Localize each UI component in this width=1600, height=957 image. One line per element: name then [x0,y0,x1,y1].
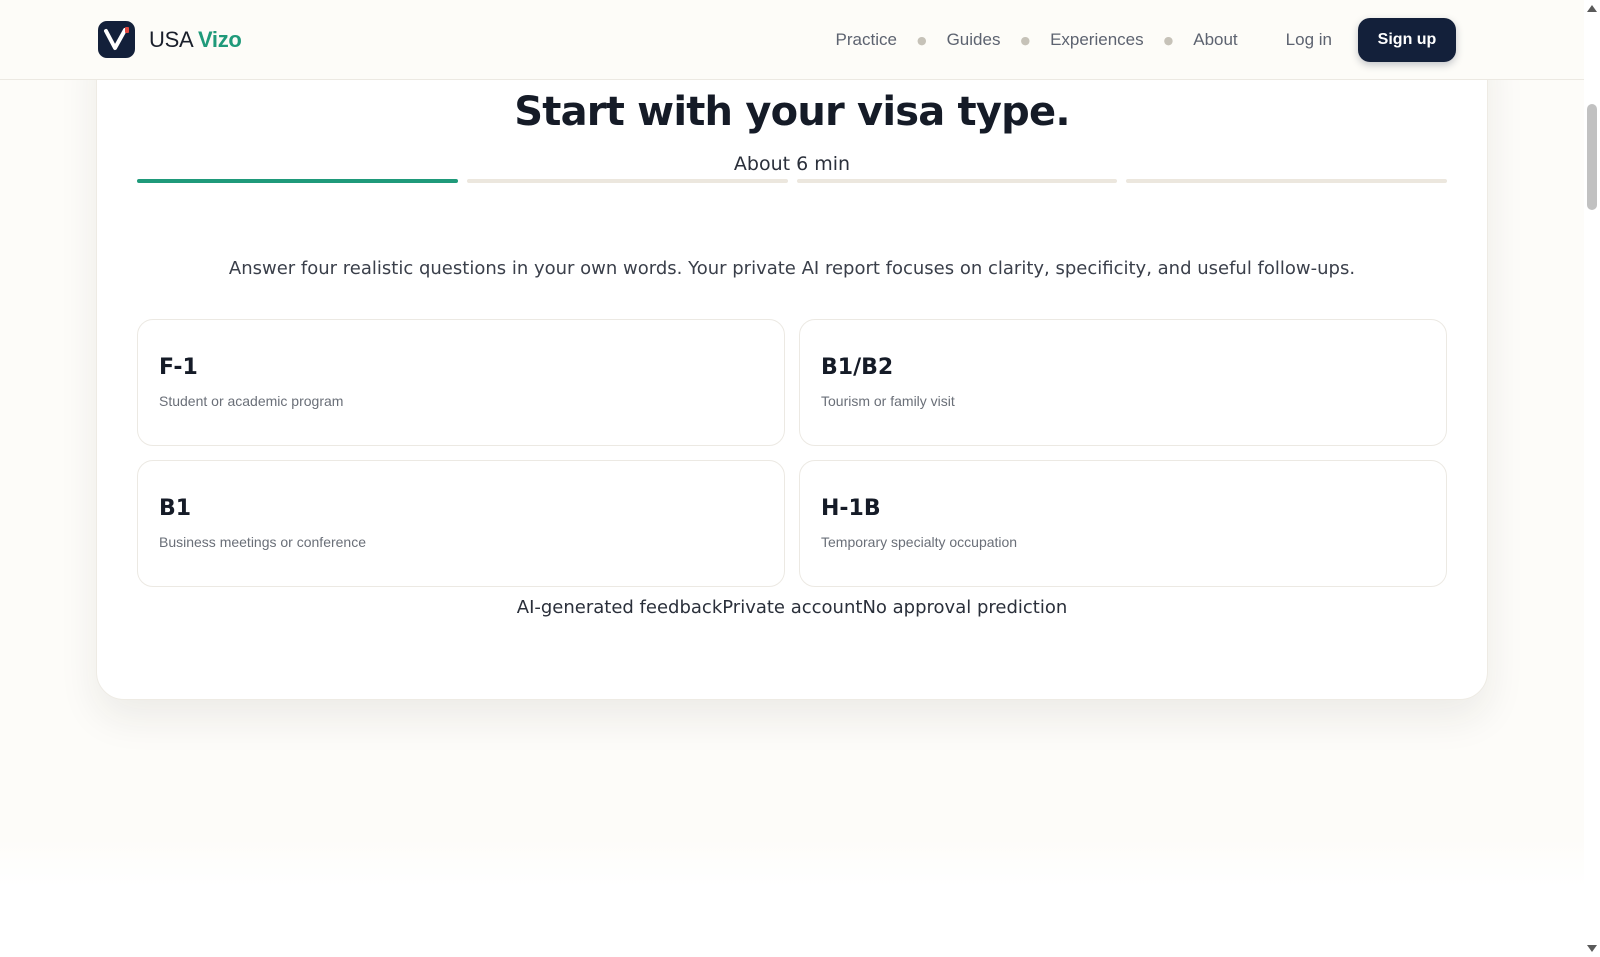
progress-segment-3 [796,179,1118,183]
scroll-down-arrow-icon[interactable] [1587,945,1597,952]
visa-type-grid: F-1 Student or academic program B1/B2 To… [137,319,1447,587]
trust-note-ai-feedback: AI-generated feedback [516,597,723,618]
visa-option-b1b2[interactable]: B1/B2 Tourism or family visit [799,319,1447,446]
brand-logo[interactable]: USA Vizo [98,21,242,58]
brand-accent: Vizo [197,26,242,52]
nav-practice[interactable]: Practice [836,30,897,50]
page-title: Start with your visa type. [514,89,1070,135]
visa-description: Business meetings or conference [159,534,366,550]
trust-note-no-prediction: No approval prediction [862,597,1068,618]
visa-type-card: Start with your visa type. About 6 min A… [96,20,1488,700]
visa-option-h1b[interactable]: H-1B Temporary specialty occupation [799,460,1447,587]
trust-notes: AI-generated feedbackPrivate accountNo a… [97,597,1487,618]
bottom-fade [0,840,1584,957]
visa-option-f1[interactable]: F-1 Student or academic program [137,319,785,446]
brand-primary: USA [149,26,193,52]
visa-option-b1[interactable]: B1 Business meetings or conference [137,460,785,587]
scroll-thumb[interactable] [1587,104,1597,210]
visa-description: Tourism or family visit [821,393,955,409]
progress-segment-2 [466,179,788,183]
signup-button[interactable]: Sign up [1358,18,1456,62]
intro-text: Answer four realistic questions in your … [228,258,1356,279]
visa-code: H-1B [821,496,881,521]
login-link[interactable]: Log in [1286,30,1332,50]
progress-bar [137,179,1447,183]
visa-description: Temporary specialty occupation [821,534,1018,550]
nav-separator: ● [1020,33,1031,47]
scrollbar[interactable] [1584,0,1600,957]
site-header: USA Vizo Practice ● Guides ● Experiences… [0,0,1584,80]
progress-segment-4 [1126,179,1447,183]
v-check-logo-icon [98,21,135,58]
page: Start with your visa type. About 6 min A… [0,0,1584,957]
duration-label: About 6 min [733,153,851,175]
nav-separator: ● [916,33,927,47]
nav-about[interactable]: About [1193,30,1237,50]
nav-experiences[interactable]: Experiences [1050,30,1144,50]
visa-code: B1/B2 [821,355,894,380]
main-nav: Practice ● Guides ● Experiences ● About … [836,0,1584,80]
nav-separator: ● [1163,33,1174,47]
progress-segment-1 [137,179,458,183]
nav-guides[interactable]: Guides [947,30,1001,50]
trust-note-private: Private account [722,597,863,618]
visa-code: F-1 [159,355,198,380]
brand-name: USA Vizo [149,27,242,53]
visa-description: Student or academic program [159,393,344,409]
visa-code: B1 [159,496,192,521]
scroll-up-arrow-icon[interactable] [1587,5,1597,12]
